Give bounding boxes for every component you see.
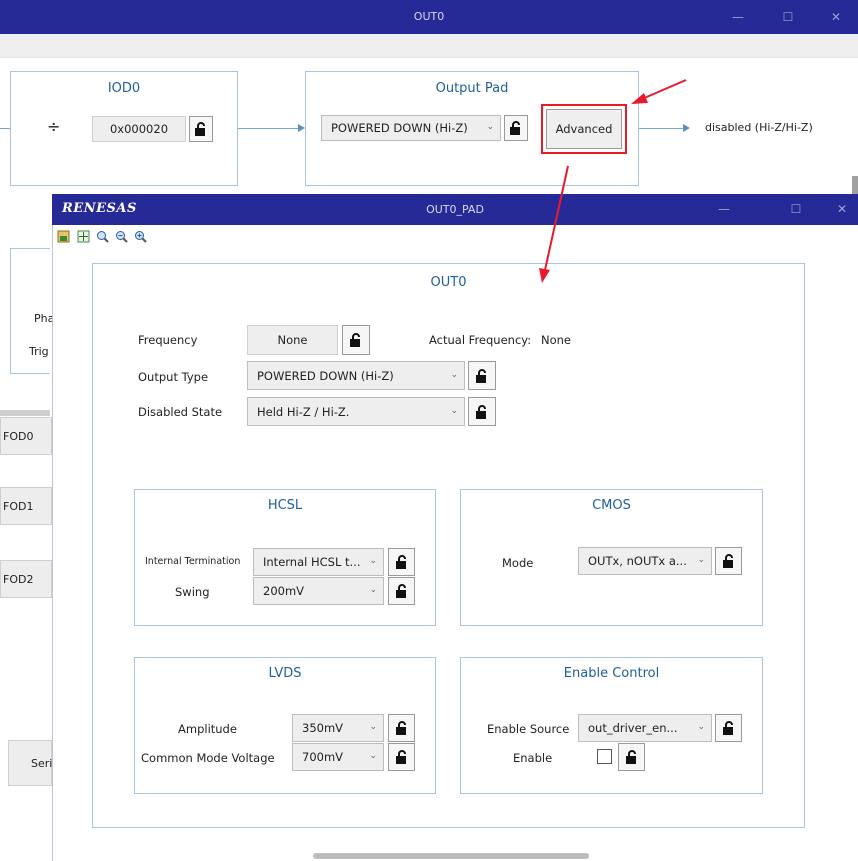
annotation-arrow-2 — [539, 165, 569, 283]
annotation-arrow-1 — [631, 79, 687, 104]
annotation-arrows — [539, 79, 687, 283]
